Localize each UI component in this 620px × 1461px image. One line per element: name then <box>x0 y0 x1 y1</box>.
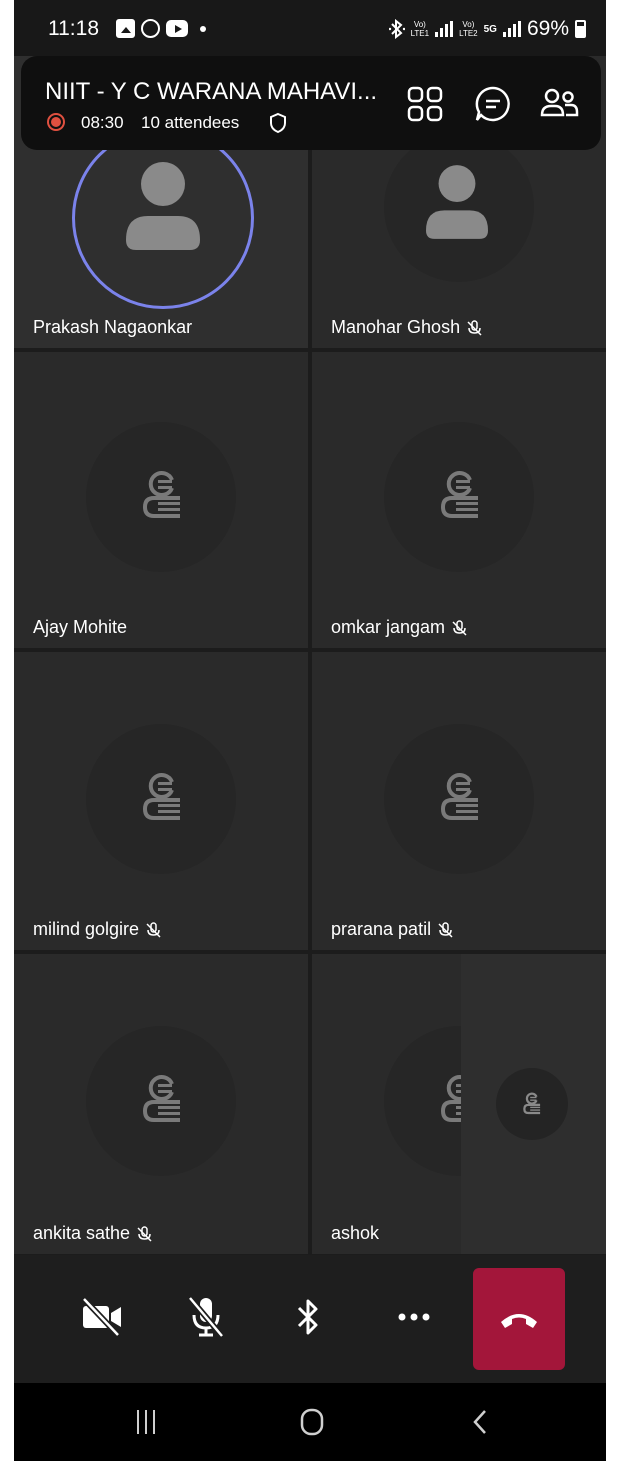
system-navigation-bar <box>14 1383 606 1461</box>
participant-tile[interactable]: ankita sathe <box>14 954 308 1254</box>
status-bar: 11:18 Vo) LTE1 Vo) LTE2 5G 69% <box>14 0 606 56</box>
network-1-label: Vo) LTE1 <box>410 20 430 38</box>
meeting-title[interactable]: NIIT - Y C WARANA MAHAVI... <box>45 78 377 106</box>
person-avatar-icon <box>426 165 488 239</box>
end-call-button[interactable] <box>473 1268 565 1370</box>
teams-logo-icon <box>142 471 180 518</box>
teams-logo-icon <box>142 1075 180 1122</box>
whatsapp-icon <box>141 19 160 38</box>
status-right: Vo) LTE1 Vo) LTE2 5G 69% <box>388 17 586 41</box>
participant-name: milind golgire <box>33 919 161 940</box>
teams-logo-icon <box>523 1092 541 1115</box>
teams-logo-icon <box>440 773 478 820</box>
mic-muted-icon <box>467 319 482 336</box>
participant-name: prarana patil <box>331 919 453 940</box>
grid-layout-icon[interactable] <box>405 84 445 124</box>
participant-name: Manohar Ghosh <box>331 317 482 338</box>
participant-name: ankita sathe <box>33 1223 152 1244</box>
back-icon[interactable] <box>472 1408 488 1436</box>
mic-muted-icon <box>146 921 161 938</box>
network-5g-label: 5G <box>483 23 497 35</box>
participant-name: Ajay Mohite <box>33 617 128 637</box>
participant-name: Prakash Nagaonkar <box>33 317 193 337</box>
signal-2-icon <box>502 21 521 37</box>
more-icon[interactable] <box>392 1295 436 1339</box>
bluetooth-status-icon <box>388 19 405 39</box>
mic-off-icon[interactable] <box>184 1295 228 1339</box>
end-call-icon <box>501 1314 537 1328</box>
home-icon[interactable] <box>300 1408 324 1436</box>
mic-muted-icon <box>452 619 467 636</box>
mic-muted-icon <box>137 1225 152 1242</box>
participant-name: omkar jangam <box>331 617 467 638</box>
participant-tile[interactable]: milind golgire <box>14 652 308 950</box>
participant-tile[interactable]: omkar jangam <box>312 352 606 648</box>
teams-logo-icon <box>440 471 478 518</box>
call-control-bar <box>14 1255 606 1383</box>
attendee-count[interactable]: 10 attendees <box>141 113 239 133</box>
recording-icon <box>47 113 65 131</box>
participant-tile[interactable]: prarana patil <box>312 652 606 950</box>
battery-percent: 69% <box>526 17 569 40</box>
person-avatar-icon <box>126 162 200 250</box>
recent-apps-icon[interactable] <box>134 1408 158 1436</box>
gallery-icon <box>116 19 135 38</box>
status-time: 11:18 <box>48 17 99 40</box>
battery-icon <box>575 20 586 38</box>
mic-muted-icon <box>438 921 453 938</box>
network-2-label: Vo) LTE2 <box>459 20 478 38</box>
meeting-header[interactable]: NIIT - Y C WARANA MAHAVI... 08:30 10 att… <box>21 56 601 150</box>
bluetooth-icon[interactable] <box>286 1295 330 1339</box>
participants-icon[interactable] <box>539 84 579 124</box>
more-notifications-dot-icon <box>200 25 206 32</box>
chat-icon[interactable] <box>473 84 513 124</box>
shield-icon <box>270 112 286 134</box>
notification-icons <box>116 19 206 38</box>
self-view-preview[interactable] <box>461 954 606 1254</box>
youtube-icon <box>166 20 188 37</box>
participant-name: ashok <box>331 1223 380 1243</box>
participant-tile[interactable]: Ajay Mohite <box>14 352 308 648</box>
teams-logo-icon <box>142 773 180 820</box>
phone-screen: 11:18 Vo) LTE1 Vo) LTE2 5G 69% Prakash Nag… <box>14 0 606 1461</box>
signal-1-icon <box>435 21 454 37</box>
camera-off-icon[interactable] <box>80 1295 124 1339</box>
meeting-duration: 08:30 <box>81 113 124 132</box>
